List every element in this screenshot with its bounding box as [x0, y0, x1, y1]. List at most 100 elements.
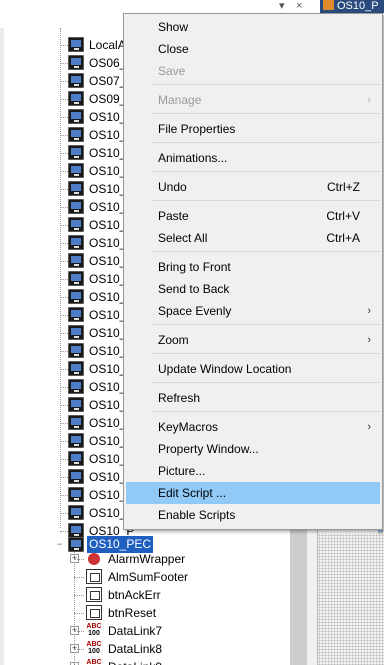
tree-connector — [60, 405, 68, 406]
submenu-arrow-icon: › — [367, 94, 371, 106]
display-icon — [68, 163, 84, 178]
document-tab[interactable]: OS10_P — [320, 0, 384, 13]
menu-item-label: Refresh — [158, 391, 201, 405]
menu-item-label: Property Window... — [158, 442, 259, 456]
menu-item-label: Send to Back — [158, 282, 230, 296]
menu-item-label: Picture... — [158, 464, 206, 478]
tree-connector — [60, 423, 68, 424]
display-icon — [68, 91, 84, 106]
menu-item-zoom[interactable]: Zoom › — [124, 329, 382, 351]
tree-connector — [60, 153, 68, 154]
menu-item-label: Space Evenly — [158, 304, 232, 318]
pin-dropdown-icon[interactable]: ▾ — [279, 0, 285, 13]
menu-item-refresh[interactable]: Refresh — [124, 387, 382, 409]
menu-item-label: Zoom — [158, 333, 189, 347]
abc-datalink-icon: ABC100 — [86, 623, 102, 637]
menu-item-label: Paste — [158, 209, 189, 223]
menu-item-update-window-location[interactable]: Update Window Location — [124, 358, 382, 380]
menu-item-select-all[interactable]: Select All Ctrl+A — [124, 227, 382, 249]
menu-item-keymacros[interactable]: KeyMacros › — [124, 416, 382, 438]
submenu-arrow-icon: › — [367, 305, 371, 317]
collapse-icon[interactable]: − — [55, 540, 64, 549]
tree-child-item[interactable]: btnAckErr — [4, 586, 290, 604]
menu-separator — [152, 411, 380, 412]
display-icon — [68, 361, 84, 376]
tree-scrollbar-thumb[interactable] — [287, 525, 307, 665]
menu-separator — [152, 382, 380, 383]
display-icon — [68, 37, 84, 52]
menu-item-undo[interactable]: Undo Ctrl+Z — [124, 176, 382, 198]
tree-connector — [60, 351, 68, 352]
tree-child-item[interactable]: btnReset — [4, 604, 290, 622]
display-icon — [68, 307, 84, 322]
submenu-arrow-icon: › — [367, 421, 371, 433]
menu-separator — [152, 200, 380, 201]
tree-connector — [60, 441, 68, 442]
menu-item-label: Enable Scripts — [158, 508, 236, 522]
menu-item-shortcut: Ctrl+V — [326, 209, 360, 223]
tree-connector — [60, 369, 68, 370]
menu-item-label: Undo — [158, 180, 187, 194]
menu-item-bring-to-front[interactable]: Bring to Front — [124, 256, 382, 278]
display-icon — [68, 343, 84, 358]
abc-datalink-icon: ABC100 — [86, 641, 102, 655]
tree-child-item[interactable]: + AlarmWrapper — [4, 550, 290, 568]
tree-connector — [60, 207, 68, 208]
display-icon — [68, 199, 84, 214]
display-icon — [68, 469, 84, 484]
script-icon — [86, 605, 102, 620]
menu-item-property-window[interactable]: Property Window... — [124, 438, 382, 460]
tree-child-item[interactable]: + ABC 100 DataLink8 — [4, 640, 290, 658]
canvas-grid — [318, 534, 384, 665]
tree-child-item[interactable]: +ABC100DataLink9 — [4, 658, 290, 665]
tree-child-label: btnAckErr — [108, 588, 161, 602]
menu-item-animations[interactable]: Animations... — [124, 147, 382, 169]
menu-separator — [152, 113, 380, 114]
menu-item-label: KeyMacros — [158, 420, 219, 434]
menu-item-space-evenly[interactable]: Space Evenly › — [124, 300, 382, 322]
tree-connector — [60, 243, 68, 244]
display-icon — [68, 217, 84, 232]
display-icon — [68, 181, 84, 196]
menu-separator — [152, 171, 380, 172]
menu-item-label: Close — [158, 42, 189, 56]
tree-connector — [60, 513, 68, 514]
tree-connector — [60, 495, 68, 496]
menu-item-enable-scripts[interactable]: Enable Scripts — [124, 504, 382, 526]
menu-item-send-to-back[interactable]: Send to Back — [124, 278, 382, 300]
tree-child-label: DataLink9 — [108, 660, 162, 665]
display-icon — [68, 55, 84, 70]
menu-item-label: File Properties — [158, 122, 236, 136]
menu-item-label: Manage — [158, 93, 202, 107]
tree-connector — [60, 315, 68, 316]
tree-child-item[interactable]: + ABC 100 DataLink7 — [4, 622, 290, 640]
tree-child-item[interactable]: AlmSumFooter — [4, 568, 290, 586]
menu-item-label: Edit Script ... — [158, 486, 227, 500]
tree-item-label: OS10_ — [89, 110, 127, 124]
close-icon[interactable]: × — [296, 0, 302, 13]
tree-child-label: DataLink8 — [108, 642, 163, 656]
tree-connector — [60, 171, 68, 172]
submenu-arrow-icon: › — [367, 334, 371, 346]
menu-item-show[interactable]: Show — [124, 16, 382, 38]
menu-item-label: Save — [158, 64, 186, 78]
display-icon — [68, 505, 84, 520]
tree-connector — [74, 595, 84, 596]
menu-item-label: Bring to Front — [158, 260, 231, 274]
menu-item-picture[interactable]: Picture... — [124, 460, 382, 482]
tree-connector — [60, 45, 68, 46]
display-icon — [68, 487, 84, 502]
tree-connector — [60, 225, 68, 226]
menu-item-paste[interactable]: Paste Ctrl+V — [124, 205, 382, 227]
tree-connector — [60, 135, 68, 136]
display-icon — [68, 253, 84, 268]
menu-item-edit-script[interactable]: Edit Script ... — [126, 482, 380, 504]
menu-item-file-properties[interactable]: File Properties — [124, 118, 382, 140]
menu-item-close[interactable]: Close — [124, 38, 382, 60]
display-icon — [68, 451, 84, 466]
menu-separator — [152, 142, 380, 143]
tree-connector — [74, 577, 84, 578]
menu-item-label: Select All — [158, 231, 208, 245]
display-icon — [68, 433, 84, 448]
context-menu[interactable]: Show Close Save Manage › File Properties Anima… — [123, 13, 383, 530]
